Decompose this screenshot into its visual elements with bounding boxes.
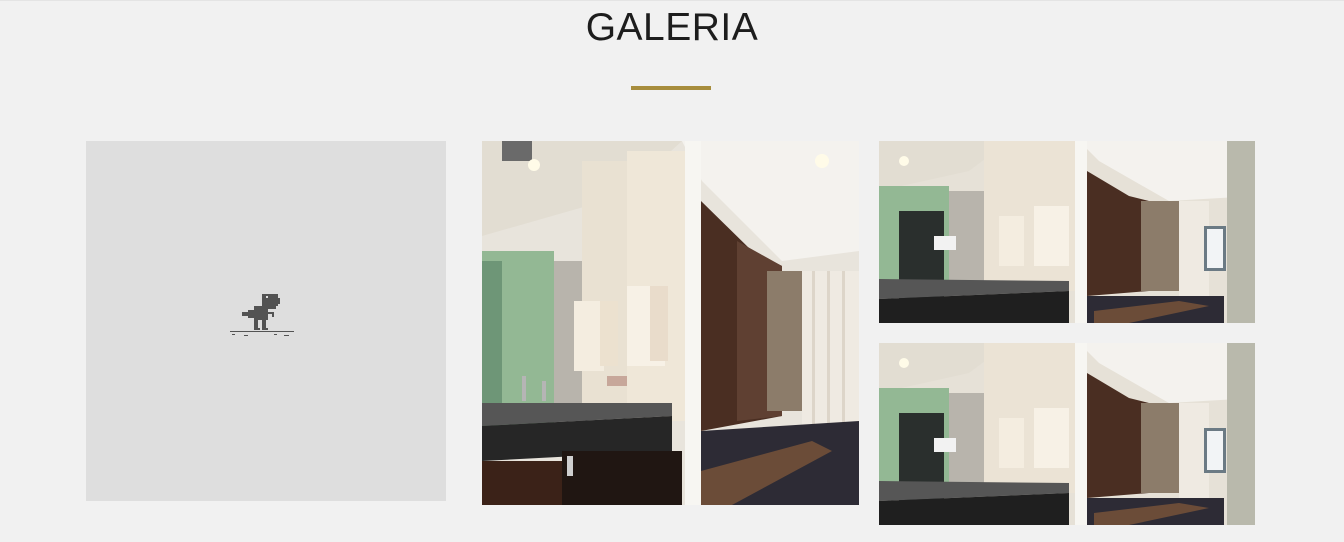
- gallery-item-photo-large[interactable]: [482, 141, 859, 505]
- gallery-item-photo-small[interactable]: [879, 343, 1255, 525]
- title-underline: [631, 86, 711, 90]
- offline-dino-icon: [230, 294, 294, 336]
- bathroom-vanity-photo: [879, 343, 1255, 525]
- bathroom-vanity-photo: [482, 141, 859, 505]
- section-title: GALERIA: [585, 6, 759, 49]
- gallery-item-photo-small[interactable]: [879, 141, 1255, 323]
- top-border: [0, 0, 1344, 1]
- bathroom-vanity-photo: [879, 141, 1255, 323]
